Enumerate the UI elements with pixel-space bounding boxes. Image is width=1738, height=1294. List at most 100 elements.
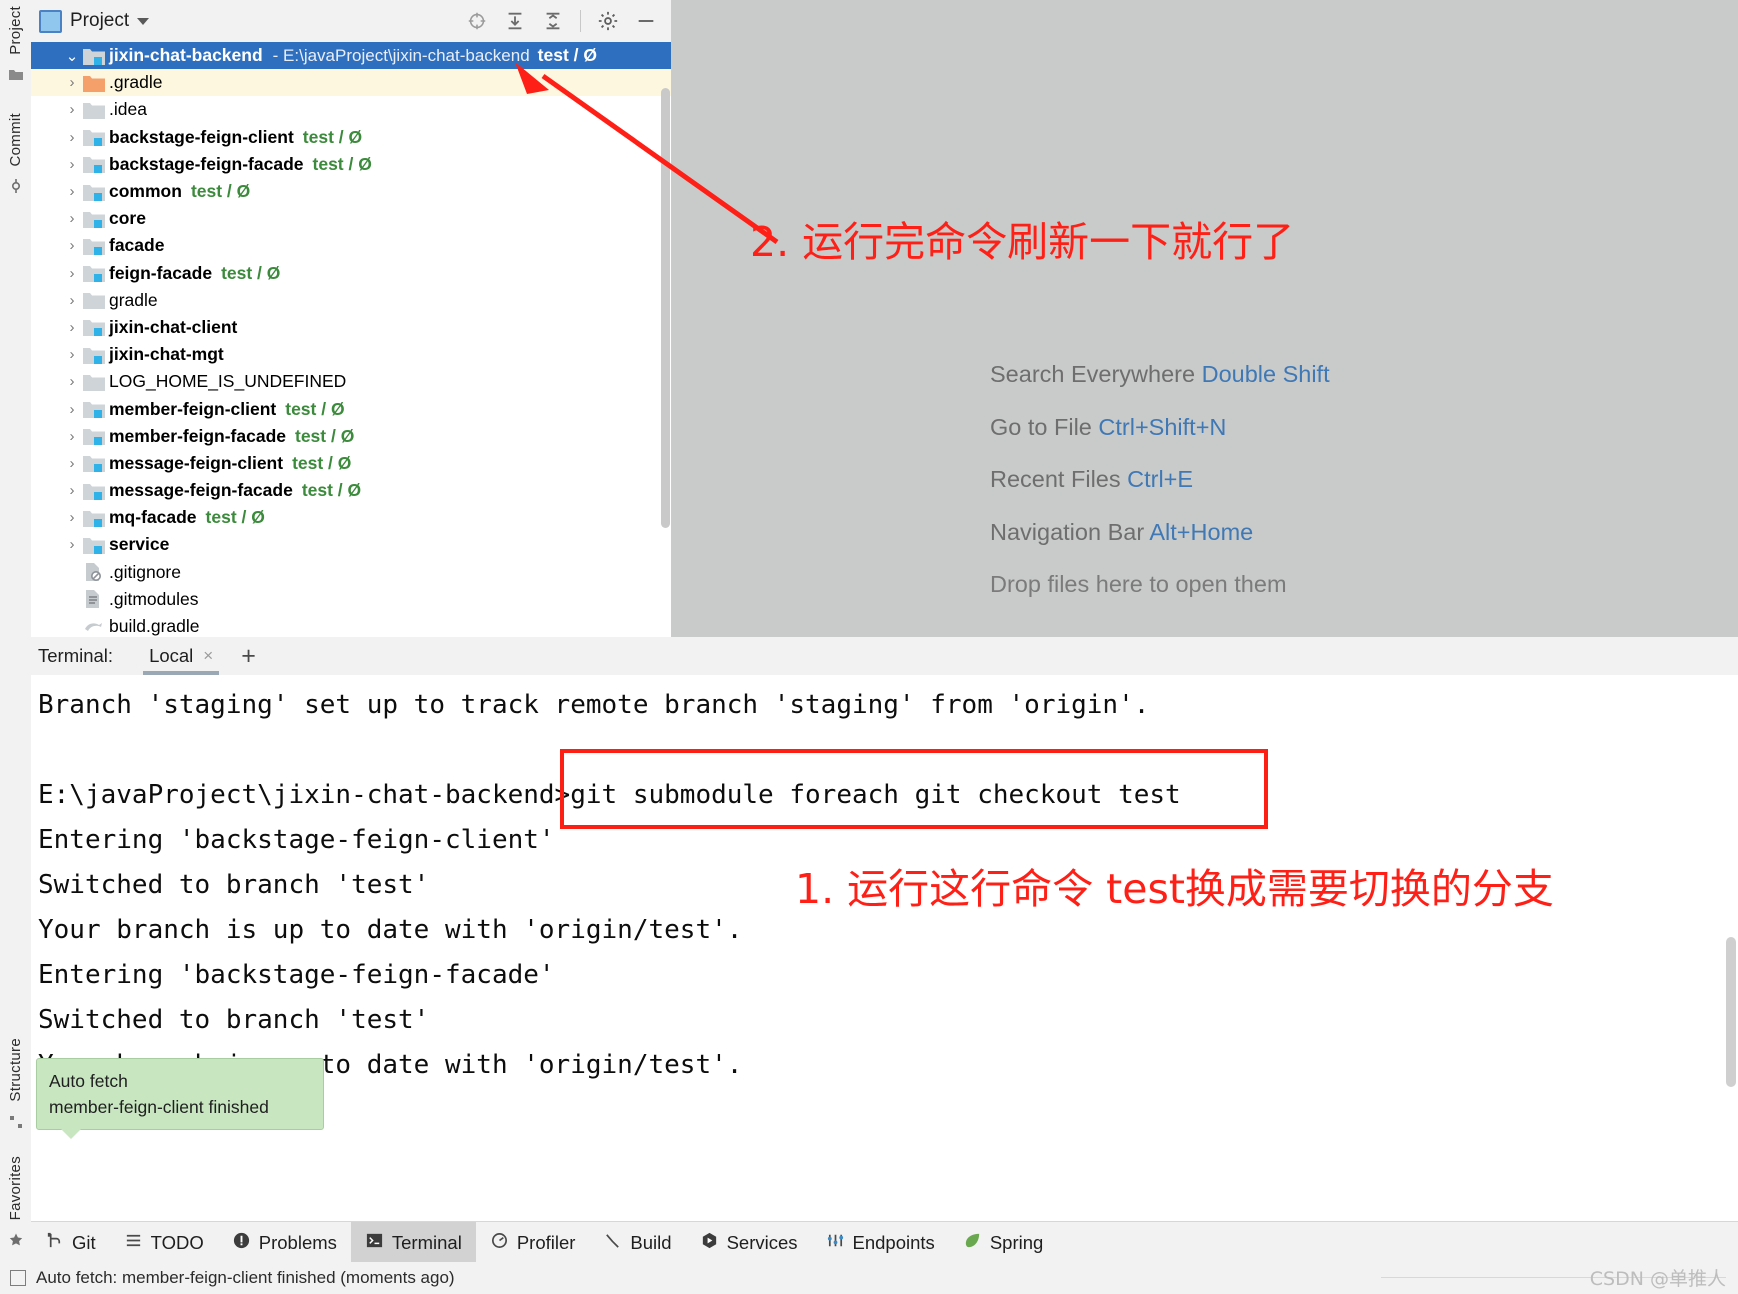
tree-row[interactable]: › member-feign-client test / Ø <box>31 395 671 422</box>
editor-hint-text: Navigation Bar <box>990 518 1150 545</box>
chevron-right-icon[interactable]: › <box>61 536 83 553</box>
close-icon[interactable]: × <box>203 646 213 666</box>
bottom-tab-git[interactable]: Git <box>31 1222 110 1263</box>
toolbar-divider <box>580 10 581 32</box>
terminal-icon <box>365 1231 384 1255</box>
tree-row-branch: test / Ø <box>312 153 372 174</box>
chevron-right-icon[interactable]: › <box>61 210 83 227</box>
chevron-right-icon[interactable]: › <box>61 101 83 118</box>
tree-row-label: message-feign-client <box>109 452 284 473</box>
chevron-right-icon[interactable]: › <box>61 292 83 309</box>
folder-module-icon <box>83 183 109 201</box>
bottom-tab-services[interactable]: Services <box>686 1222 812 1263</box>
tree-row[interactable]: › jixin-chat-client <box>31 314 671 341</box>
chevron-right-icon[interactable]: › <box>61 183 83 200</box>
bottom-tab-label: Terminal <box>391 1231 462 1253</box>
tree-row-branch: test / Ø <box>190 181 251 202</box>
tree-row[interactable]: build.gradle <box>31 613 671 637</box>
status-bar-message: Auto fetch: member-feign-client finished… <box>36 1268 455 1287</box>
tree-row[interactable]: › jixin-chat-mgt <box>31 341 671 368</box>
warning-icon <box>232 1231 251 1255</box>
terminal-output[interactable]: Branch 'staging' set up to track remote … <box>31 675 1738 1221</box>
sidebar-item-project[interactable]: Project <box>7 0 24 61</box>
tree-row[interactable]: › feign-facade test / Ø <box>31 260 671 287</box>
tree-row[interactable]: › message-feign-facade test / Ø <box>31 477 671 504</box>
chevron-right-icon[interactable]: › <box>61 346 83 363</box>
project-icon <box>39 9 62 33</box>
bottom-tab-spring[interactable]: Spring <box>949 1222 1057 1263</box>
tree-row[interactable]: › core <box>31 205 671 232</box>
bottom-tab-terminal[interactable]: Terminal <box>350 1222 476 1263</box>
chevron-right-icon[interactable]: › <box>61 129 83 146</box>
terminal-scrollbar[interactable] <box>1726 937 1736 1087</box>
tree-row[interactable]: › member-feign-facade test / Ø <box>31 423 671 450</box>
tree-row[interactable]: › common test / Ø <box>31 178 671 205</box>
project-tree[interactable]: ⌄ jixin-chat-backend - E:\javaProject\ji… <box>31 42 671 637</box>
terminal-tab-label: Local <box>149 645 194 666</box>
folder-module-icon <box>83 264 109 283</box>
chevron-right-icon[interactable]: › <box>61 482 83 499</box>
sidebar-item-commit[interactable]: Commit <box>7 107 24 172</box>
gear-icon[interactable] <box>597 10 619 32</box>
expand-all-icon[interactable] <box>504 10 526 32</box>
chevron-right-icon[interactable]: › <box>61 455 83 472</box>
tree-row[interactable]: › gradle <box>31 287 671 314</box>
tree-row-label: facade <box>109 235 165 256</box>
tree-row[interactable]: .gitignore <box>31 559 671 586</box>
add-terminal-button[interactable]: + <box>227 643 270 669</box>
chevron-right-icon[interactable]: › <box>61 509 83 526</box>
chevron-right-icon[interactable]: › <box>61 156 83 173</box>
bottom-tab-label: Problems <box>258 1231 337 1253</box>
sidebar-item-structure[interactable]: Structure <box>7 1032 24 1108</box>
tree-row-label: jixin-chat-client <box>109 316 238 337</box>
tree-row[interactable]: .gitmodules <box>31 586 671 613</box>
tree-row-label: gradle <box>109 289 158 310</box>
terminal-line: Branch 'staging' set up to track remote … <box>38 690 1150 720</box>
auto-fetch-tooltip: Auto fetch member-feign-client finished <box>36 1058 324 1139</box>
editor-hint: Recent Files Ctrl+E <box>990 467 1690 492</box>
spring-leaf-icon <box>963 1231 982 1255</box>
tree-row[interactable]: › service <box>31 531 671 558</box>
minimize-icon[interactable] <box>635 10 657 32</box>
bottom-tab-todo[interactable]: TODO <box>110 1222 218 1263</box>
chevron-right-icon[interactable]: › <box>61 237 83 254</box>
tree-row-label: member-feign-client <box>109 398 277 419</box>
terminal-line: Entering 'backstage-feign-facade' <box>38 960 555 990</box>
chevron-right-icon[interactable]: › <box>61 319 83 336</box>
terminal-tab-local[interactable]: Local × <box>135 637 227 675</box>
tree-row[interactable]: › message-feign-client test / Ø <box>31 450 671 477</box>
project-tree-scrollbar[interactable] <box>661 88 670 528</box>
chevron-right-icon[interactable]: › <box>61 428 83 445</box>
tree-row-root[interactable]: ⌄ jixin-chat-backend - E:\javaProject\ji… <box>31 42 671 70</box>
collapse-all-icon[interactable] <box>542 10 564 32</box>
chevron-right-icon[interactable]: › <box>61 373 83 390</box>
services-icon <box>700 1231 719 1255</box>
tree-row-label: common <box>109 181 182 202</box>
tree-row[interactable]: › facade <box>31 232 671 259</box>
editor-empty-area: Search Everywhere Double Shift Go to File… <box>672 0 1738 637</box>
chevron-right-icon[interactable]: › <box>61 74 83 91</box>
tree-row[interactable]: › .gradle <box>31 69 671 97</box>
bottom-tab-label: Spring <box>989 1231 1044 1253</box>
tree-row[interactable]: › LOG_HOME_IS_UNDEFINED <box>31 368 671 395</box>
tree-row-label: .gradle <box>109 72 163 93</box>
tree-row[interactable]: › backstage-feign-client test / Ø <box>31 124 671 151</box>
chevron-right-icon[interactable]: › <box>61 265 83 282</box>
editor-hint-shortcut: Alt+Home <box>1149 518 1254 545</box>
tree-row-label: backstage-feign-facade <box>109 153 304 174</box>
sidebar-item-favorites[interactable]: Favorites <box>7 1150 24 1226</box>
crosshair-icon[interactable] <box>466 10 488 32</box>
bottom-tab-build[interactable]: Build <box>589 1222 685 1263</box>
annotation-note-1: 1. 运行这行命令 test换成需要切换的分支 <box>795 865 1554 913</box>
chevron-down-icon[interactable]: ⌄ <box>61 47 83 65</box>
bottom-tab-endpoints[interactable]: Endpoints <box>812 1222 949 1263</box>
tree-row-label: message-feign-facade <box>109 480 293 501</box>
folder-module-icon <box>83 400 109 419</box>
chevron-right-icon[interactable]: › <box>61 401 83 418</box>
chevron-down-icon[interactable] <box>137 17 150 25</box>
tree-row[interactable]: › .idea <box>31 96 671 123</box>
tree-row[interactable]: › backstage-feign-facade test / Ø <box>31 151 671 178</box>
bottom-tab-problems[interactable]: Problems <box>218 1222 351 1263</box>
bottom-tab-profiler[interactable]: Profiler <box>476 1222 590 1263</box>
tree-row[interactable]: › mq-facade test / Ø <box>31 504 671 531</box>
